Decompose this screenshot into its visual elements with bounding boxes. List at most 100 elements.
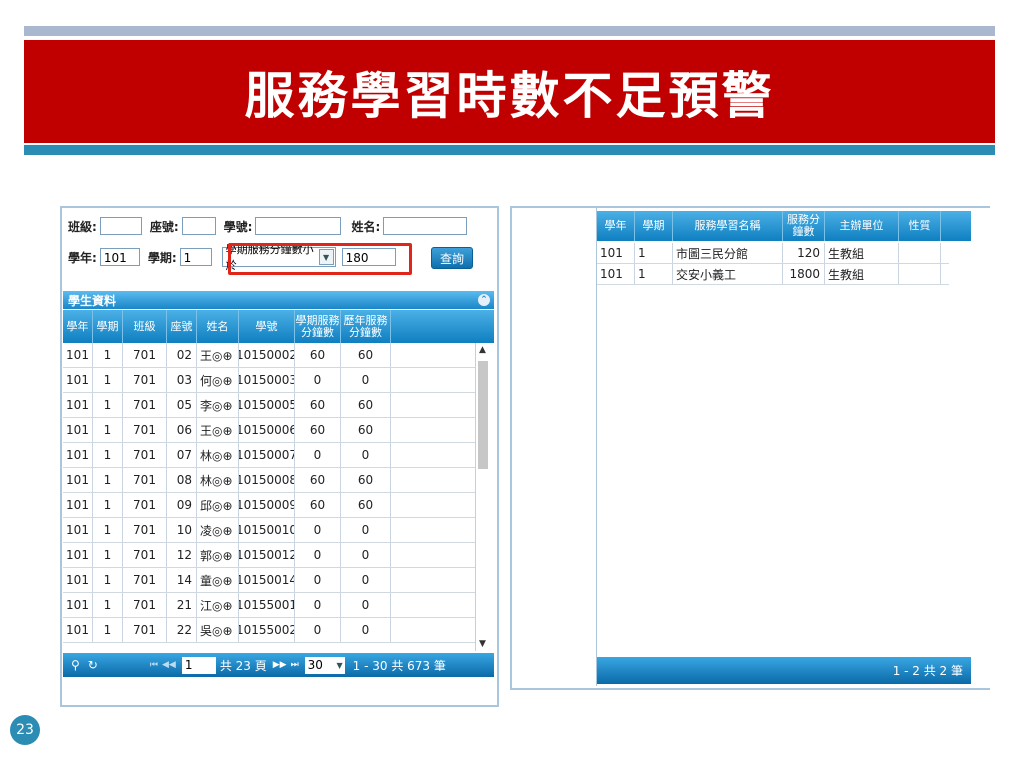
scroll-up-icon[interactable]: ▲ [479,345,486,355]
seat-label: 座號: [149,219,179,234]
service-record-range: 1 - 2 共 2 筆 [892,664,963,678]
table-row[interactable]: 101 1 701 08 林◎⊕ 10150008 60 60 [63,468,475,493]
table-cell: 王◎⊕ [197,418,239,442]
filter-row-1: 班級: 座號: 學號: 姓名: [68,215,468,237]
student-grid-body: 101 1 701 02 王◎⊕ 10150002 60 60 101 1 701 03 何◎⊕ 1015… [63,343,475,651]
table-row[interactable]: 101 1 701 05 李◎⊕ 10150005 60 60 [63,393,475,418]
scroll-thumb[interactable] [478,361,488,469]
service-record-panel: 學年 學期 服務學習名稱 服務分鐘數 主辦單位 性質 101 1 市圖三民分館 120 生教組 10… [510,206,990,690]
query-button[interactable]: 查詢 [431,247,473,269]
table-cell: 101 [63,618,93,642]
table-cell: 10150008 [239,468,295,492]
next-page-icon[interactable]: ▶▶ [273,660,287,670]
scroll-down-icon[interactable]: ▼ [479,639,486,649]
table-row[interactable]: 101 1 交安小義工 1800 生教組 [597,264,949,285]
table-row[interactable]: 101 1 701 02 王◎⊕ 10150002 60 60 [63,343,475,368]
table-row[interactable]: 101 1 701 07 林◎⊕ 10150007 0 0 [63,443,475,468]
page-size-value: 30 [307,658,323,672]
search-icon[interactable]: ⚲ [71,658,80,672]
table-cell: 701 [123,418,167,442]
last-page-icon[interactable]: ⏭ [291,660,299,670]
service-col-header[interactable]: 性質 [899,211,941,241]
table-cell: 1 [635,243,673,263]
table-cell: 1 [93,493,123,517]
table-cell: 0 [295,443,341,467]
class-input[interactable] [99,217,142,235]
table-cell: 生教組 [825,243,899,263]
student-col-header[interactable]: 座號 [167,310,197,343]
table-cell: 1 [93,543,123,567]
slide-title: 服務學習時數不足預警 [244,66,775,125]
table-row[interactable]: 101 1 701 21 江◎⊕ 10155001 0 0 [63,593,475,618]
chevron-down-icon[interactable]: ▼ [337,661,343,670]
term-label: 學期: [147,250,177,265]
student-grid-caption: 學生資料 ⌃ [63,291,494,309]
student-grid-title: 學生資料 [68,293,117,308]
table-cell: 0 [341,543,391,567]
class-label: 班級: [68,219,97,234]
table-cell: 0 [341,518,391,542]
service-col-header[interactable]: 服務分鐘數 [783,211,825,241]
table-cell: 22 [167,618,197,642]
slide-page-number: 23 [10,715,40,745]
table-cell: 0 [341,443,391,467]
service-col-header[interactable]: 學年 [597,211,635,241]
table-cell: 1800 [783,264,825,284]
student-col-header[interactable]: 班級 [123,310,167,343]
table-cell: 1 [93,368,123,392]
first-page-icon[interactable]: ⏮ [150,660,158,670]
table-row[interactable]: 101 1 701 14 童◎⊕ 10150014 0 0 [63,568,475,593]
table-cell: 0 [295,618,341,642]
table-cell: 701 [123,568,167,592]
refresh-icon[interactable]: ↻ [88,658,98,672]
table-cell: 0 [341,593,391,617]
service-col-header[interactable]: 學期 [635,211,673,241]
student-col-header[interactable]: 學年 [63,310,93,343]
prev-page-icon[interactable]: ◀◀ [162,660,176,670]
table-cell: 1 [93,443,123,467]
table-cell: 林◎⊕ [197,443,239,467]
student-col-header[interactable]: 歷年服務分鐘數 [341,310,391,343]
table-row[interactable]: 101 1 701 09 邱◎⊕ 10150009 60 60 [63,493,475,518]
table-cell [899,264,941,284]
page-size-select[interactable]: 30 ▼ [304,656,345,674]
table-row[interactable]: 101 1 701 12 郭◎⊕ 10150012 0 0 [63,543,475,568]
table-row[interactable]: 101 1 701 06 王◎⊕ 10150006 60 60 [63,418,475,443]
table-cell: 701 [123,393,167,417]
term-input[interactable]: 1 [179,248,212,266]
table-cell: 05 [167,393,197,417]
student-no-input[interactable] [255,217,342,235]
table-cell: 101 [597,243,635,263]
table-cell: 邱◎⊕ [197,493,239,517]
table-cell: 0 [295,593,341,617]
student-grid-scrollbar[interactable]: ▲ ▼ [475,343,492,651]
table-cell: 101 [63,443,93,467]
table-row[interactable]: 101 1 701 03 何◎⊕ 10150003 0 0 [63,368,475,393]
table-cell: 60 [341,468,391,492]
table-cell: 0 [295,543,341,567]
table-cell: 何◎⊕ [197,368,239,392]
collapse-icon[interactable]: ⌃ [478,294,490,306]
table-cell: 701 [123,443,167,467]
table-row[interactable]: 101 1 701 22 吳◎⊕ 10155002 0 0 [63,618,475,643]
name-input[interactable] [383,217,468,235]
year-input[interactable]: 101 [99,248,140,266]
student-col-header[interactable]: 姓名 [197,310,239,343]
table-cell: 交安小義工 [673,264,783,284]
page-input[interactable]: 1 [181,656,216,674]
student-col-header[interactable]: 學期服務分鐘數 [295,310,341,343]
top-accent-bar [24,26,995,36]
service-col-header[interactable]: 主辦單位 [825,211,899,241]
table-cell: 60 [295,343,341,367]
table-cell: 1 [93,568,123,592]
table-row[interactable]: 101 1 市圖三民分館 120 生教組 [597,243,949,264]
table-cell: 07 [167,443,197,467]
student-grid-header: 學年 學期 班級 座號 姓名 學號 學期服務分鐘數 歷年服務分鐘數 [63,310,494,343]
student-col-header[interactable]: 學號 [239,310,295,343]
table-row[interactable]: 101 1 701 10 凌◎⊕ 10150010 0 0 [63,518,475,543]
highlight-box [228,243,412,275]
student-grid: 學生資料 ⌃ 學年 學期 班級 座號 姓名 學號 學期服務分鐘數 歷年服務分鐘數 101 1 70… [63,291,494,703]
student-col-header[interactable]: 學期 [93,310,123,343]
service-col-header[interactable]: 服務學習名稱 [673,211,783,241]
seat-input[interactable] [181,217,216,235]
